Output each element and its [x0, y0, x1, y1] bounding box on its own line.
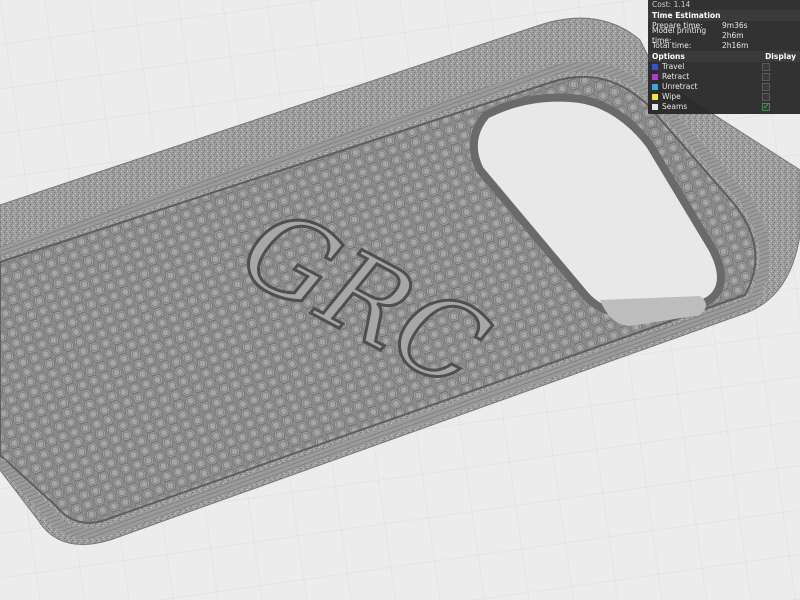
- option-row-retract: Retract: [648, 72, 800, 82]
- gcode-legend-panel: Cost: 1.14 Time Estimation Prepare time:…: [648, 0, 800, 114]
- display-checkbox[interactable]: [762, 102, 770, 112]
- time-label: Total time:: [652, 41, 692, 50]
- options-list: Travel Retract Unretract Wipe Seams: [648, 62, 800, 112]
- option-row-travel: Travel: [648, 62, 800, 72]
- time-row-total: Total time: 2h16m: [648, 41, 800, 51]
- option-row-unretract: Unretract: [648, 82, 800, 92]
- time-estimation-header: Time Estimation: [648, 10, 800, 21]
- color-swatch-icon: [652, 64, 658, 70]
- option-label: Retract: [662, 72, 690, 81]
- option-label: Unretract: [662, 82, 698, 91]
- display-checkbox[interactable]: [762, 63, 770, 71]
- display-title: Display: [765, 51, 796, 61]
- cost-label: Cost:: [652, 0, 672, 9]
- option-label: Travel: [662, 62, 685, 71]
- time-estimation-title: Time Estimation: [652, 10, 721, 20]
- display-checkbox[interactable]: [762, 93, 770, 101]
- options-title: Options: [652, 51, 685, 61]
- color-swatch-icon: [652, 94, 658, 100]
- display-checkbox[interactable]: [762, 83, 770, 91]
- option-label: Seams: [662, 102, 688, 111]
- time-value: 2h16m: [722, 41, 749, 50]
- display-checkbox[interactable]: [762, 73, 770, 81]
- color-swatch-icon: [652, 74, 658, 80]
- cost-value: 1.14: [673, 0, 691, 9]
- color-swatch-icon: [652, 104, 658, 110]
- time-value: 2h6m: [722, 31, 744, 40]
- option-row-wipe: Wipe: [648, 92, 800, 102]
- time-value: 9m36s: [722, 21, 748, 30]
- option-row-seams: Seams: [648, 102, 800, 112]
- option-label: Wipe: [662, 92, 681, 101]
- options-header: Options Display: [648, 51, 800, 62]
- 3d-viewport[interactable]: GRC Cost: 1.14 Time Estimation Prepare t…: [0, 0, 800, 600]
- color-swatch-icon: [652, 84, 658, 90]
- cost-row: Cost: 1.14: [648, 0, 800, 10]
- time-row-model: Model printing time: 2h6m: [648, 26, 800, 45]
